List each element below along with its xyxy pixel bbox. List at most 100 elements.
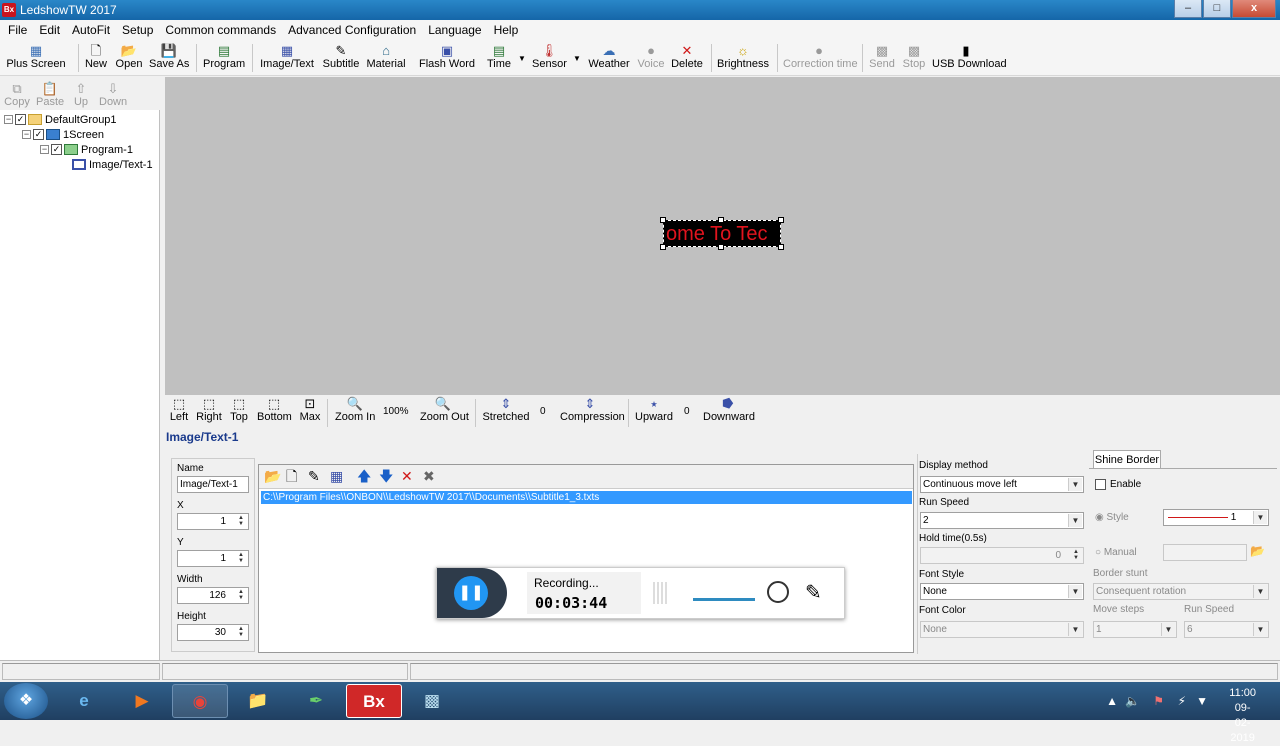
resize-handle[interactable]	[660, 244, 666, 250]
zoom-in-button[interactable]: 🔍 Zoom In	[335, 395, 375, 427]
table-icon[interactable]: ▦	[330, 469, 343, 483]
image-text-button[interactable]: ▦ Image/Text	[259, 42, 315, 74]
menu-common-commands[interactable]: Common commands	[159, 23, 282, 37]
collapse-icon[interactable]: −	[40, 145, 49, 154]
maximize-button[interactable]: □	[1203, 0, 1231, 18]
media-player-icon[interactable]: ▶	[114, 684, 170, 718]
chevron-down-icon[interactable]: ▼	[1068, 478, 1082, 491]
copy-button[interactable]: ⧉ Copy	[4, 80, 30, 112]
align-top-button[interactable]: ⬚ Top	[229, 395, 249, 427]
stepper-arrows-icon[interactable]: ▲ ▼	[235, 552, 247, 565]
maximize-area-button[interactable]: ⊡ Max	[299, 395, 321, 427]
feather-app-icon[interactable]: ✒	[288, 684, 344, 718]
tree-node-program[interactable]: − ✓ Program-1	[40, 142, 133, 157]
chevron-down-icon[interactable]: ▼	[1253, 511, 1267, 524]
resize-handle[interactable]	[718, 217, 724, 223]
delete-icon[interactable]: ✕	[401, 469, 413, 483]
save-as-button[interactable]: 💾 Save As	[149, 42, 189, 74]
y-stepper[interactable]: 1 ▲ ▼	[177, 550, 249, 567]
ledshow-taskbar-icon[interactable]: Bx	[346, 684, 402, 718]
resize-handle[interactable]	[778, 217, 784, 223]
delete-button[interactable]: ✕ Delete	[670, 42, 704, 74]
usb-download-button[interactable]: ▮ USB Download	[932, 42, 1007, 74]
chevron-down-icon[interactable]: ▼	[1161, 623, 1175, 636]
notepad-icon[interactable]: ▩	[404, 684, 460, 718]
volume-slider[interactable]	[693, 598, 755, 601]
resize-handle[interactable]	[778, 244, 784, 250]
program-button[interactable]: ▤ Program	[203, 42, 245, 74]
stepper-arrows-icon[interactable]: ▲ ▼	[235, 515, 247, 528]
tree-node-group[interactable]: − ✓ DefaultGroup1	[4, 112, 117, 127]
run-speed-select[interactable]: 2 ▼	[920, 512, 1084, 529]
tab-shine-border[interactable]: Shine Border	[1093, 450, 1161, 468]
checkbox-checked-icon[interactable]: ✓	[33, 129, 44, 140]
move-steps-select[interactable]: 1 ▼	[1093, 621, 1177, 638]
file-list-item[interactable]: C:\\Program Files\\ONBON\\LedshowTW 2017…	[261, 491, 912, 504]
internet-explorer-icon[interactable]: e	[56, 684, 112, 718]
height-stepper[interactable]: 30 ▲ ▼	[177, 624, 249, 641]
width-stepper[interactable]: 126 ▲ ▼	[177, 587, 249, 604]
upward-button[interactable]: ⭑ Upward	[635, 395, 673, 427]
action-center-icon[interactable]: ⚑	[1153, 694, 1164, 708]
minimize-button[interactable]: –	[1174, 0, 1202, 18]
tree-node-screen[interactable]: − ✓ 1Screen	[22, 127, 104, 142]
sensor-dropdown-icon[interactable]: ▼	[573, 54, 581, 63]
stepper-arrows-icon[interactable]: ▲ ▼	[235, 626, 247, 639]
pen-icon[interactable]: ✎	[805, 580, 822, 605]
collapse-icon[interactable]: −	[22, 130, 31, 139]
up-button[interactable]: ⇧ Up	[72, 80, 90, 112]
enable-checkbox[interactable]	[1095, 479, 1106, 490]
chevron-down-icon[interactable]: ▼	[1068, 585, 1082, 598]
webcam-icon[interactable]	[767, 581, 789, 603]
display-method-select[interactable]: Continuous move left ▼	[920, 476, 1084, 493]
subtitle-button[interactable]: ✎ Subtitle	[322, 42, 360, 74]
start-button[interactable]: ❖	[4, 683, 48, 719]
chevron-down-icon[interactable]: ▼	[1253, 623, 1267, 636]
clock[interactable]: 11:00 09-02-2019	[1229, 686, 1256, 746]
voice-button[interactable]: ● Voice	[637, 42, 665, 74]
checkbox-checked-icon[interactable]: ✓	[51, 144, 62, 155]
file-explorer-icon[interactable]: 📁	[230, 684, 286, 718]
correction-time-button[interactable]: ● Correction time	[783, 42, 858, 74]
shine-run-speed-select[interactable]: 6 ▼	[1184, 621, 1269, 638]
plus-screen-button[interactable]: ▦ Plus Screen	[6, 42, 66, 74]
stop-button[interactable]: ▩ Stop	[901, 42, 927, 74]
x-stepper[interactable]: 1 ▲ ▼	[177, 513, 249, 530]
resize-handle[interactable]	[718, 244, 724, 250]
network-icon[interactable]: ▼	[1196, 694, 1208, 708]
chevron-down-icon[interactable]: ▼	[1068, 514, 1082, 527]
align-bottom-button[interactable]: ⬚ Bottom	[257, 395, 292, 427]
weather-button[interactable]: ☁ Weather	[588, 42, 630, 74]
tools-icon[interactable]: ✖	[423, 469, 435, 483]
collapse-icon[interactable]: −	[4, 115, 13, 124]
stepper-arrows-icon[interactable]: ▲ ▼	[1070, 549, 1082, 562]
chevron-down-icon[interactable]: ▼	[1068, 623, 1082, 636]
menu-autofit[interactable]: AutoFit	[66, 23, 116, 37]
power-icon[interactable]: ⚡	[1178, 694, 1186, 708]
close-button[interactable]: x	[1232, 0, 1276, 18]
menu-language[interactable]: Language	[422, 23, 487, 37]
edit-icon[interactable]: ✎	[308, 469, 320, 483]
tree-node-image-text[interactable]: Image/Text-1	[72, 157, 153, 172]
volume-icon[interactable]: 🔈	[1125, 694, 1140, 708]
send-button[interactable]: ▩ Send	[869, 42, 895, 74]
manual-border-field[interactable]	[1163, 544, 1247, 561]
resize-handle[interactable]	[660, 217, 666, 223]
move-down-icon[interactable]: 🡇	[379, 469, 393, 483]
downward-button[interactable]: ⭓ Downward	[703, 395, 755, 427]
border-style-select[interactable]: 1 ▼	[1163, 509, 1269, 526]
stretched-button[interactable]: ⇕ Stretched	[482, 395, 530, 427]
stepper-arrows-icon[interactable]: ▲ ▼	[235, 589, 247, 602]
hold-time-stepper[interactable]: 0 ▲ ▼	[920, 547, 1084, 564]
menu-edit[interactable]: Edit	[33, 23, 66, 37]
compression-button[interactable]: ⇕ Compression	[560, 395, 625, 427]
open-button[interactable]: 📂 Open	[114, 42, 144, 74]
brightness-button[interactable]: ☼ Brightness	[717, 42, 769, 74]
menu-advanced-configuration[interactable]: Advanced Configuration	[282, 23, 422, 37]
chrome-icon[interactable]: ◉	[172, 684, 228, 718]
checkbox-checked-icon[interactable]: ✓	[15, 114, 26, 125]
pause-button[interactable]: ❚❚	[454, 576, 488, 610]
name-field[interactable]: Image/Text-1	[177, 476, 249, 493]
time-dropdown-icon[interactable]: ▼	[518, 54, 526, 63]
move-up-icon[interactable]: 🡅	[357, 469, 371, 483]
